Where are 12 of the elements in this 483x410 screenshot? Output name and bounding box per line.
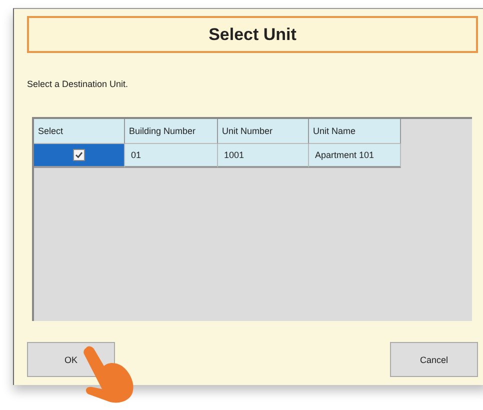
instruction-text: Select a Destination Unit. xyxy=(27,79,130,89)
column-header[interactable]: Unit Name xyxy=(309,119,401,144)
dialog-button[interactable]: Cancel xyxy=(390,342,478,377)
dialog-title: Select Unit xyxy=(208,24,296,44)
column-header[interactable]: Building Number xyxy=(125,119,218,144)
column-header[interactable]: Select xyxy=(34,119,125,144)
table-cell: 1001 xyxy=(218,144,309,168)
select-cell[interactable] xyxy=(34,144,125,168)
table-cell: 01 xyxy=(125,144,218,168)
table-cell: Apartment 101 xyxy=(309,144,401,168)
column-header[interactable]: Unit Number xyxy=(218,119,309,144)
checkbox[interactable] xyxy=(73,149,85,161)
